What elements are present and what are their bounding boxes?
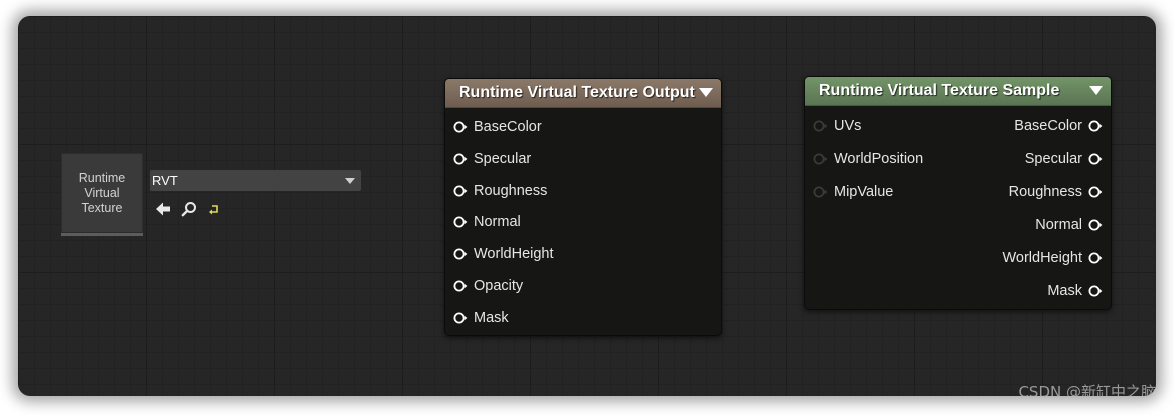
- asset-combo-box[interactable]: RVT: [150, 170, 361, 191]
- input-pin-row[interactable]: Normal: [453, 212, 521, 232]
- node-header[interactable]: Runtime Virtual Texture Output: [445, 79, 721, 108]
- pin-label: WorldHeight: [1002, 250, 1082, 266]
- asset-combo-value: RVT: [152, 173, 178, 188]
- pin-connected-icon[interactable]: [1088, 252, 1103, 264]
- pin-label: WorldPosition: [834, 151, 924, 167]
- pin-label: Normal: [474, 214, 521, 231]
- pin-label: Opacity: [474, 278, 524, 294]
- pin-label: UVs: [834, 118, 862, 134]
- pin-connected-icon[interactable]: [453, 280, 468, 292]
- collapse-arrow-icon[interactable]: [699, 88, 713, 97]
- input-pin-row[interactable]: WorldPosition: [813, 149, 923, 169]
- pin-connected-icon[interactable]: [453, 121, 468, 133]
- material-graph-canvas[interactable]: Runtime Virtual Texture RVT Runtime Virt…: [18, 16, 1156, 396]
- screenshot-frame: Runtime Virtual Texture RVT Runtime Virt…: [0, 0, 1174, 416]
- input-pin-row[interactable]: UVs: [813, 116, 861, 136]
- pin-unconnected-icon[interactable]: [813, 153, 828, 165]
- input-pin-row[interactable]: BaseColor: [453, 117, 542, 137]
- pin-connected-icon[interactable]: [1088, 186, 1103, 198]
- pin-label: Specular: [474, 150, 532, 167]
- reset-icon[interactable]: [207, 201, 223, 217]
- asset-thumbnail-label: Runtime Virtual Texture: [78, 170, 126, 215]
- asset-thumbnail[interactable]: Runtime Virtual Texture: [61, 153, 143, 233]
- output-pin-row[interactable]: BaseColor: [1014, 116, 1103, 136]
- pin-connected-icon[interactable]: [453, 312, 468, 324]
- pin-connected-icon[interactable]: [1088, 120, 1103, 132]
- input-pin-row[interactable]: WorldHeight: [453, 244, 554, 264]
- output-pin-row[interactable]: Roughness: [1009, 182, 1103, 202]
- output-pin-row[interactable]: Specular: [1025, 149, 1103, 169]
- input-pin-row[interactable]: Opacity: [453, 276, 523, 296]
- pin-connected-icon[interactable]: [453, 216, 468, 228]
- rvt-sample-node[interactable]: Runtime Virtual Texture Sample UVs WorldP…: [804, 76, 1112, 310]
- input-pin-row[interactable]: Roughness: [453, 181, 547, 201]
- node-title: Runtime Virtual Texture Output: [459, 84, 695, 101]
- pin-label: Mask: [474, 309, 509, 326]
- pin-label: Roughness: [474, 182, 548, 199]
- pin-unconnected-icon[interactable]: [813, 120, 828, 132]
- pin-unconnected-icon[interactable]: [813, 186, 828, 198]
- chevron-down-icon[interactable]: [345, 177, 355, 184]
- pin-connected-icon[interactable]: [1088, 219, 1103, 231]
- pin-connected-icon[interactable]: [453, 248, 468, 260]
- output-pin-row[interactable]: WorldHeight: [1002, 248, 1103, 268]
- input-pin-row[interactable]: MipValue: [813, 182, 893, 202]
- output-pin-row[interactable]: Mask: [1047, 281, 1103, 301]
- pin-label: WorldHeight: [474, 246, 554, 263]
- rvt-output-node[interactable]: Runtime Virtual Texture Output BaseColor…: [444, 78, 722, 336]
- output-pin-row[interactable]: Normal: [1035, 215, 1103, 235]
- collapse-arrow-icon[interactable]: [1089, 86, 1103, 95]
- pin-label: Normal: [1035, 217, 1082, 233]
- pin-connected-icon[interactable]: [453, 185, 468, 197]
- node-title: Runtime Virtual Texture Sample: [819, 82, 1060, 99]
- pin-connected-icon[interactable]: [453, 153, 468, 165]
- pin-label: Roughness: [1008, 184, 1082, 200]
- search-icon[interactable]: [181, 201, 197, 217]
- arrow-left-icon[interactable]: [155, 201, 171, 217]
- input-pin-row[interactable]: Mask: [453, 308, 509, 328]
- input-pin-row[interactable]: Specular: [453, 149, 531, 169]
- pin-label: MipValue: [834, 184, 894, 200]
- node-header[interactable]: Runtime Virtual Texture Sample: [805, 77, 1111, 106]
- pin-connected-icon[interactable]: [1088, 285, 1103, 297]
- pin-label: Mask: [1047, 283, 1082, 299]
- pin-label: Specular: [1024, 151, 1082, 167]
- texture-asset-node[interactable]: Runtime Virtual Texture RVT: [61, 150, 379, 236]
- asset-toolbar: [155, 200, 223, 218]
- watermark: CSDN @新缸中之脑: [1018, 383, 1156, 396]
- pin-connected-icon[interactable]: [1088, 153, 1103, 165]
- pin-label: BaseColor: [1014, 118, 1082, 134]
- pin-label: BaseColor: [474, 119, 542, 135]
